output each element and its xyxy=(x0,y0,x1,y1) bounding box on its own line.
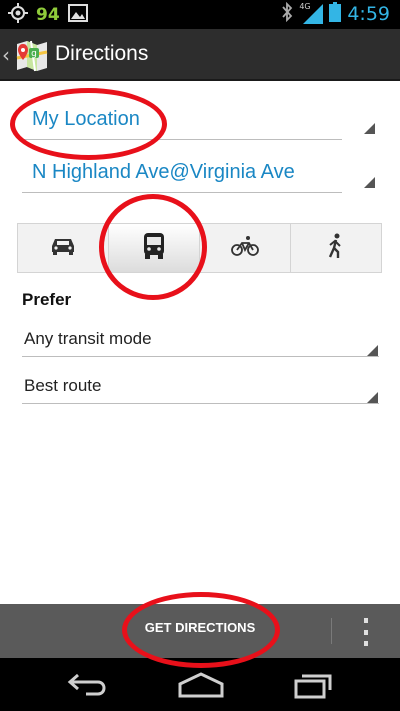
transit-mode-dropdown[interactable]: Any transit mode xyxy=(22,324,379,357)
tab-car[interactable] xyxy=(18,224,109,272)
overflow-menu-icon[interactable] xyxy=(357,618,375,646)
status-bar-right: 4G 4:59 xyxy=(281,1,390,26)
notification-count: 94 xyxy=(36,5,60,25)
transit-mode-dropdown-arrow[interactable] xyxy=(367,345,378,356)
action-bar: ‹ g Directions xyxy=(0,29,400,81)
back-icon[interactable] xyxy=(64,668,114,700)
route-option-dropdown-arrow[interactable] xyxy=(367,392,378,403)
maps-app-icon[interactable]: g xyxy=(15,38,49,72)
destination-value: N Highland Ave@Virginia Ave xyxy=(32,161,295,183)
tab-walk[interactable] xyxy=(291,224,381,272)
prefer-heading: Prefer xyxy=(22,290,72,309)
status-time: 4:59 xyxy=(347,3,390,25)
destination-dropdown-arrow[interactable] xyxy=(364,177,375,188)
image-notification-icon xyxy=(67,4,88,26)
tab-bike[interactable] xyxy=(200,224,291,272)
start-location-dropdown-arrow[interactable] xyxy=(364,123,375,134)
up-caret-icon[interactable]: ‹ xyxy=(2,43,10,67)
status-bar-left: 94 xyxy=(8,3,88,27)
route-option-value: Best route xyxy=(24,376,102,395)
annotation-circle-transit xyxy=(99,194,207,300)
car-icon xyxy=(50,236,76,260)
bottom-bar-divider xyxy=(331,618,332,644)
walking-icon xyxy=(327,233,345,263)
bicycle-icon xyxy=(231,235,259,261)
home-icon[interactable] xyxy=(176,668,226,700)
annotation-circle-start xyxy=(10,88,167,160)
battery-icon xyxy=(329,2,342,26)
recent-apps-icon[interactable] xyxy=(292,668,342,700)
annotation-circle-get-directions xyxy=(122,592,280,668)
gps-icon xyxy=(8,3,28,27)
signal-icon: 4G xyxy=(299,2,324,24)
bluetooth-icon xyxy=(281,1,293,26)
route-option-dropdown[interactable]: Best route xyxy=(22,371,379,404)
status-bar: 94 4G 4:59 xyxy=(0,0,400,29)
destination-field[interactable]: N Highland Ave@Virginia Ave xyxy=(22,157,342,193)
page-title: Directions xyxy=(55,42,149,65)
transit-mode-value: Any transit mode xyxy=(24,329,152,348)
svg-text:g: g xyxy=(31,49,37,59)
